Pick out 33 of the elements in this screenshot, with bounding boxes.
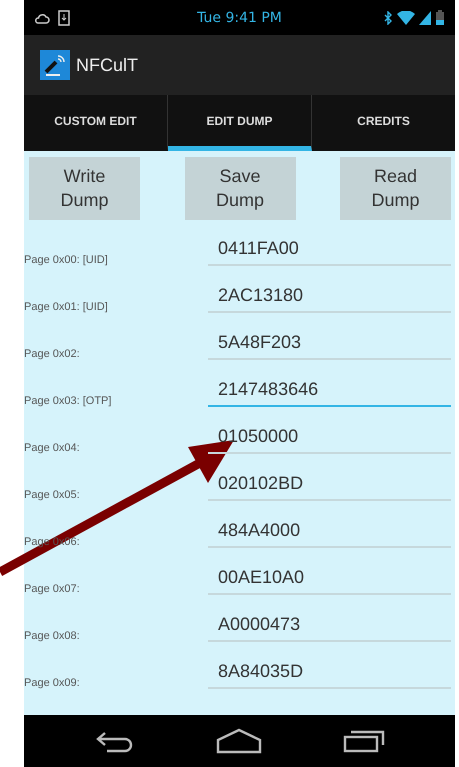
download-icon bbox=[58, 10, 70, 26]
page-label: Page 0x02: bbox=[24, 348, 81, 360]
wifi-icon bbox=[397, 10, 415, 24]
input-field[interactable]: 2147483646 bbox=[208, 373, 451, 407]
input-field[interactable]: A0000473 bbox=[208, 608, 451, 642]
back-icon[interactable] bbox=[94, 729, 134, 753]
bluetooth-icon bbox=[383, 10, 393, 24]
input-field[interactable]: 8A84035D bbox=[208, 655, 451, 689]
dump-button[interactable]: Save Dump bbox=[184, 157, 296, 220]
page-label: Page 0x05: bbox=[24, 489, 81, 501]
input-field[interactable]: 5A48F203 bbox=[208, 326, 451, 360]
cloud-icon bbox=[34, 12, 50, 24]
tab[interactable]: CREDITS bbox=[312, 95, 455, 151]
page-label: Page 0x07: bbox=[24, 583, 81, 595]
home-icon[interactable] bbox=[216, 728, 262, 754]
dump-button[interactable]: Write Dump bbox=[29, 157, 140, 220]
page-label: Page 0x01: [UID] bbox=[24, 301, 109, 313]
dump-button[interactable]: Read Dump bbox=[340, 157, 451, 220]
page-label: Page 0x09: bbox=[24, 677, 81, 689]
page-label: Page 0x00: [UID] bbox=[24, 254, 109, 266]
page-label: Page 0x03: [OTP] bbox=[24, 395, 112, 407]
input-field[interactable]: 0411FA00 bbox=[208, 232, 451, 266]
battery-icon bbox=[435, 10, 445, 26]
page-label: Page 0x04: bbox=[24, 442, 81, 454]
input-field[interactable]: 2AC13180 bbox=[208, 279, 451, 313]
app-title: NFCulT bbox=[76, 54, 138, 76]
app-logo-icon bbox=[40, 50, 70, 80]
page-label: Page 0x08: bbox=[24, 630, 81, 642]
input-field[interactable]: 00AE10A0 bbox=[208, 561, 451, 595]
recent-apps-icon[interactable] bbox=[342, 729, 384, 753]
signal-icon bbox=[419, 10, 431, 24]
status-time: Tue 9:41 PM bbox=[197, 10, 282, 26]
input-field[interactable]: 484A4000 bbox=[208, 514, 451, 548]
